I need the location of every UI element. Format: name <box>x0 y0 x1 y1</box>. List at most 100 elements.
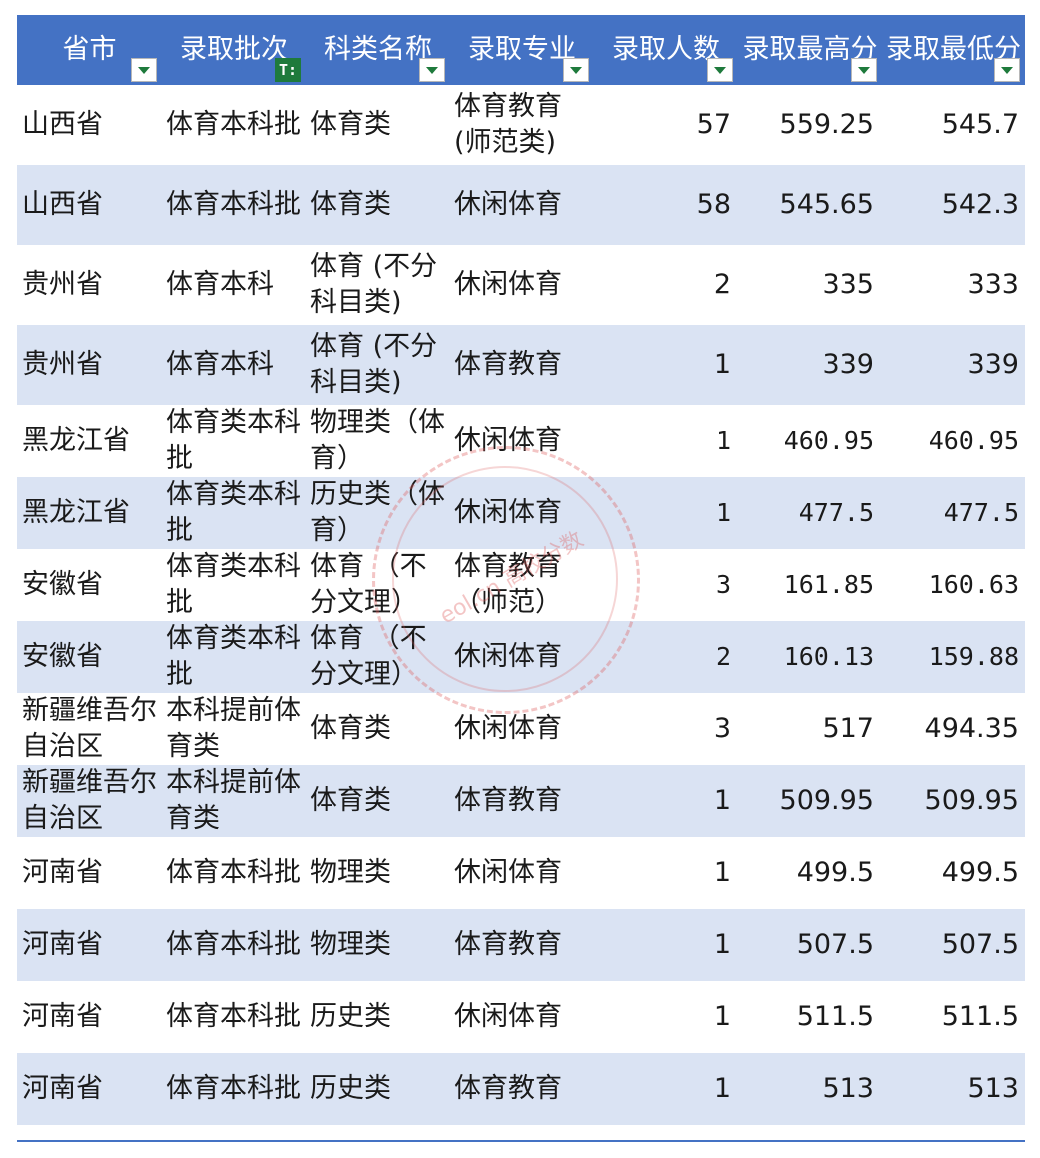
cell-max: 511.5 <box>796 1001 874 1032</box>
cell-category: 物理类 <box>310 857 391 888</box>
cell-batch: 体育类本科批 <box>166 623 301 690</box>
cell-major: 体育教育(师范类) <box>454 91 562 158</box>
cell-category: 体育类 <box>310 785 391 816</box>
chevron-down-icon <box>1001 66 1013 74</box>
cell-count: 1 <box>713 785 731 816</box>
cell-major: 休闲体育 <box>454 269 562 300</box>
cell-batch: 体育类本科批 <box>166 407 301 474</box>
cell-count: 1 <box>713 349 731 380</box>
cell-major: 休闲体育 <box>454 857 562 888</box>
cell-category: 体育 (不分科目类) <box>310 251 438 318</box>
cell-count: 58 <box>696 189 731 220</box>
cell-min: 494.35 <box>924 713 1019 744</box>
cell-province: 安徽省 <box>22 641 103 672</box>
table-row: 山西省 体育本科批 体育类 休闲体育 58 545.65 542.3 <box>17 165 1025 245</box>
cell-min: 509.95 <box>924 785 1019 816</box>
cell-category: 体育类 <box>310 713 391 744</box>
cell-min: 477.5 <box>943 498 1019 527</box>
table-row: 山西省 体育本科批 体育类 体育教育(师范类) 57 559.25 545.7 <box>17 85 1025 165</box>
cell-max: 460.95 <box>783 426 874 455</box>
cell-max: 507.5 <box>796 929 874 960</box>
cell-major: 体育教育 <box>454 1073 562 1104</box>
table-header: 省市 录取批次 科类名称 录取专业 录取人数 录取最高分 录取最低分 T: <box>17 15 1025 85</box>
cell-batch: 体育本科 <box>166 269 274 300</box>
cell-category: 历史类 <box>310 1001 391 1032</box>
chevron-down-icon <box>714 66 726 74</box>
cell-count: 3 <box>715 570 731 599</box>
filter-dropdown-category[interactable] <box>419 58 445 82</box>
cell-batch: 本科提前体育类 <box>166 695 301 762</box>
filter-dropdown-max-score[interactable] <box>851 58 877 82</box>
table-body: 山西省 体育本科批 体育类 体育教育(师范类) 57 559.25 545.7 山西省 体育本科… <box>17 85 1025 1125</box>
cell-min: 333 <box>967 269 1019 300</box>
cell-province: 黑龙江省 <box>22 497 130 528</box>
cell-count: 57 <box>696 109 731 140</box>
cell-province: 河南省 <box>22 857 103 888</box>
cell-category: 物理类 <box>310 929 391 960</box>
cell-batch: 体育本科批 <box>166 857 301 888</box>
cell-category: 历史类（体育） <box>310 479 445 546</box>
cell-max: 545.65 <box>779 189 874 220</box>
filter-active-batch[interactable]: T: <box>275 58 301 82</box>
table-row: 安徽省 体育类本科批 体育 （不分文理） 休闲体育 2 160.13 159.88 <box>17 621 1025 693</box>
cell-province: 山西省 <box>22 189 103 220</box>
table-row: 河南省 体育本科批 物理类 休闲体育 1 499.5 499.5 <box>17 837 1025 909</box>
cell-province: 黑龙江省 <box>22 425 130 456</box>
cell-province: 新疆维吾尔自治区 <box>22 767 157 834</box>
table-row: 新疆维吾尔自治区 本科提前体育类 体育类 休闲体育 3 517 494.35 <box>17 693 1025 765</box>
cell-min: 545.7 <box>941 109 1019 140</box>
cell-count: 1 <box>713 929 731 960</box>
cell-max: 509.95 <box>779 785 874 816</box>
cell-min: 513 <box>967 1073 1019 1104</box>
cell-max: 335 <box>822 269 874 300</box>
cell-major: 休闲体育 <box>454 425 562 456</box>
cell-category: 体育 （不分文理） <box>310 623 427 690</box>
cell-province: 安徽省 <box>22 569 103 600</box>
cell-min: 460.95 <box>928 426 1019 455</box>
table-row: 河南省 体育本科批 物理类 体育教育 1 507.5 507.5 <box>17 909 1025 981</box>
table-row: 贵州省 体育本科 体育 (不分科目类) 体育教育 1 339 339 <box>17 325 1025 405</box>
cell-major: 休闲体育 <box>454 189 562 220</box>
cell-major: 体育教育 <box>454 349 562 380</box>
cell-min: 507.5 <box>941 929 1019 960</box>
table-row: 贵州省 体育本科 体育 (不分科目类) 休闲体育 2 335 333 <box>17 245 1025 325</box>
cell-min: 542.3 <box>941 189 1019 220</box>
filter-icon: T: <box>278 61 298 79</box>
cell-province: 新疆维吾尔自治区 <box>22 695 157 762</box>
cell-category: 体育 （不分文理） <box>310 551 427 618</box>
cell-batch: 体育类本科批 <box>166 479 301 546</box>
cell-max: 499.5 <box>796 857 874 888</box>
cell-province: 河南省 <box>22 1073 103 1104</box>
cell-major: 体育教育 <box>454 785 562 816</box>
chevron-down-icon <box>138 66 150 74</box>
table-row: 新疆维吾尔自治区 本科提前体育类 体育类 体育教育 1 509.95 509.95 <box>17 765 1025 837</box>
table-row: 黑龙江省 体育类本科批 历史类（体育） 休闲体育 1 477.5 477.5 <box>17 477 1025 549</box>
filter-dropdown-province[interactable] <box>131 58 157 82</box>
cell-category: 体育类 <box>310 189 391 220</box>
cell-major: 体育教育 <box>454 929 562 960</box>
cell-province: 贵州省 <box>22 269 103 300</box>
cell-batch: 体育本科 <box>166 349 274 380</box>
cell-major: 休闲体育 <box>454 713 562 744</box>
cell-count: 2 <box>715 642 731 671</box>
cell-max: 161.85 <box>783 570 874 599</box>
cell-major: 休闲体育 <box>454 1001 562 1032</box>
table-row: 安徽省 体育类本科批 体育 （不分文理） 体育教育（师范） 3 161.85 160.63 <box>17 549 1025 621</box>
filter-dropdown-min-score[interactable] <box>994 58 1020 82</box>
cell-major: 休闲体育 <box>454 641 562 672</box>
cell-major: 休闲体育 <box>454 497 562 528</box>
chevron-down-icon <box>858 66 870 74</box>
table-row: 黑龙江省 体育类本科批 物理类（体育） 休闲体育 1 460.95 460.95 <box>17 405 1025 477</box>
cell-batch: 体育本科批 <box>166 1073 301 1104</box>
filter-dropdown-major[interactable] <box>563 58 589 82</box>
cell-count: 1 <box>713 1001 731 1032</box>
cell-major: 体育教育（师范） <box>454 551 562 618</box>
cell-province: 河南省 <box>22 929 103 960</box>
cell-category: 体育 (不分科目类) <box>310 331 438 398</box>
cell-batch: 体育本科批 <box>166 1001 301 1032</box>
filter-dropdown-count[interactable] <box>707 58 733 82</box>
cell-max: 339 <box>822 349 874 380</box>
cell-batch: 体育本科批 <box>166 189 301 220</box>
cell-batch: 体育本科批 <box>166 929 301 960</box>
cell-category: 物理类（体育） <box>310 407 445 474</box>
